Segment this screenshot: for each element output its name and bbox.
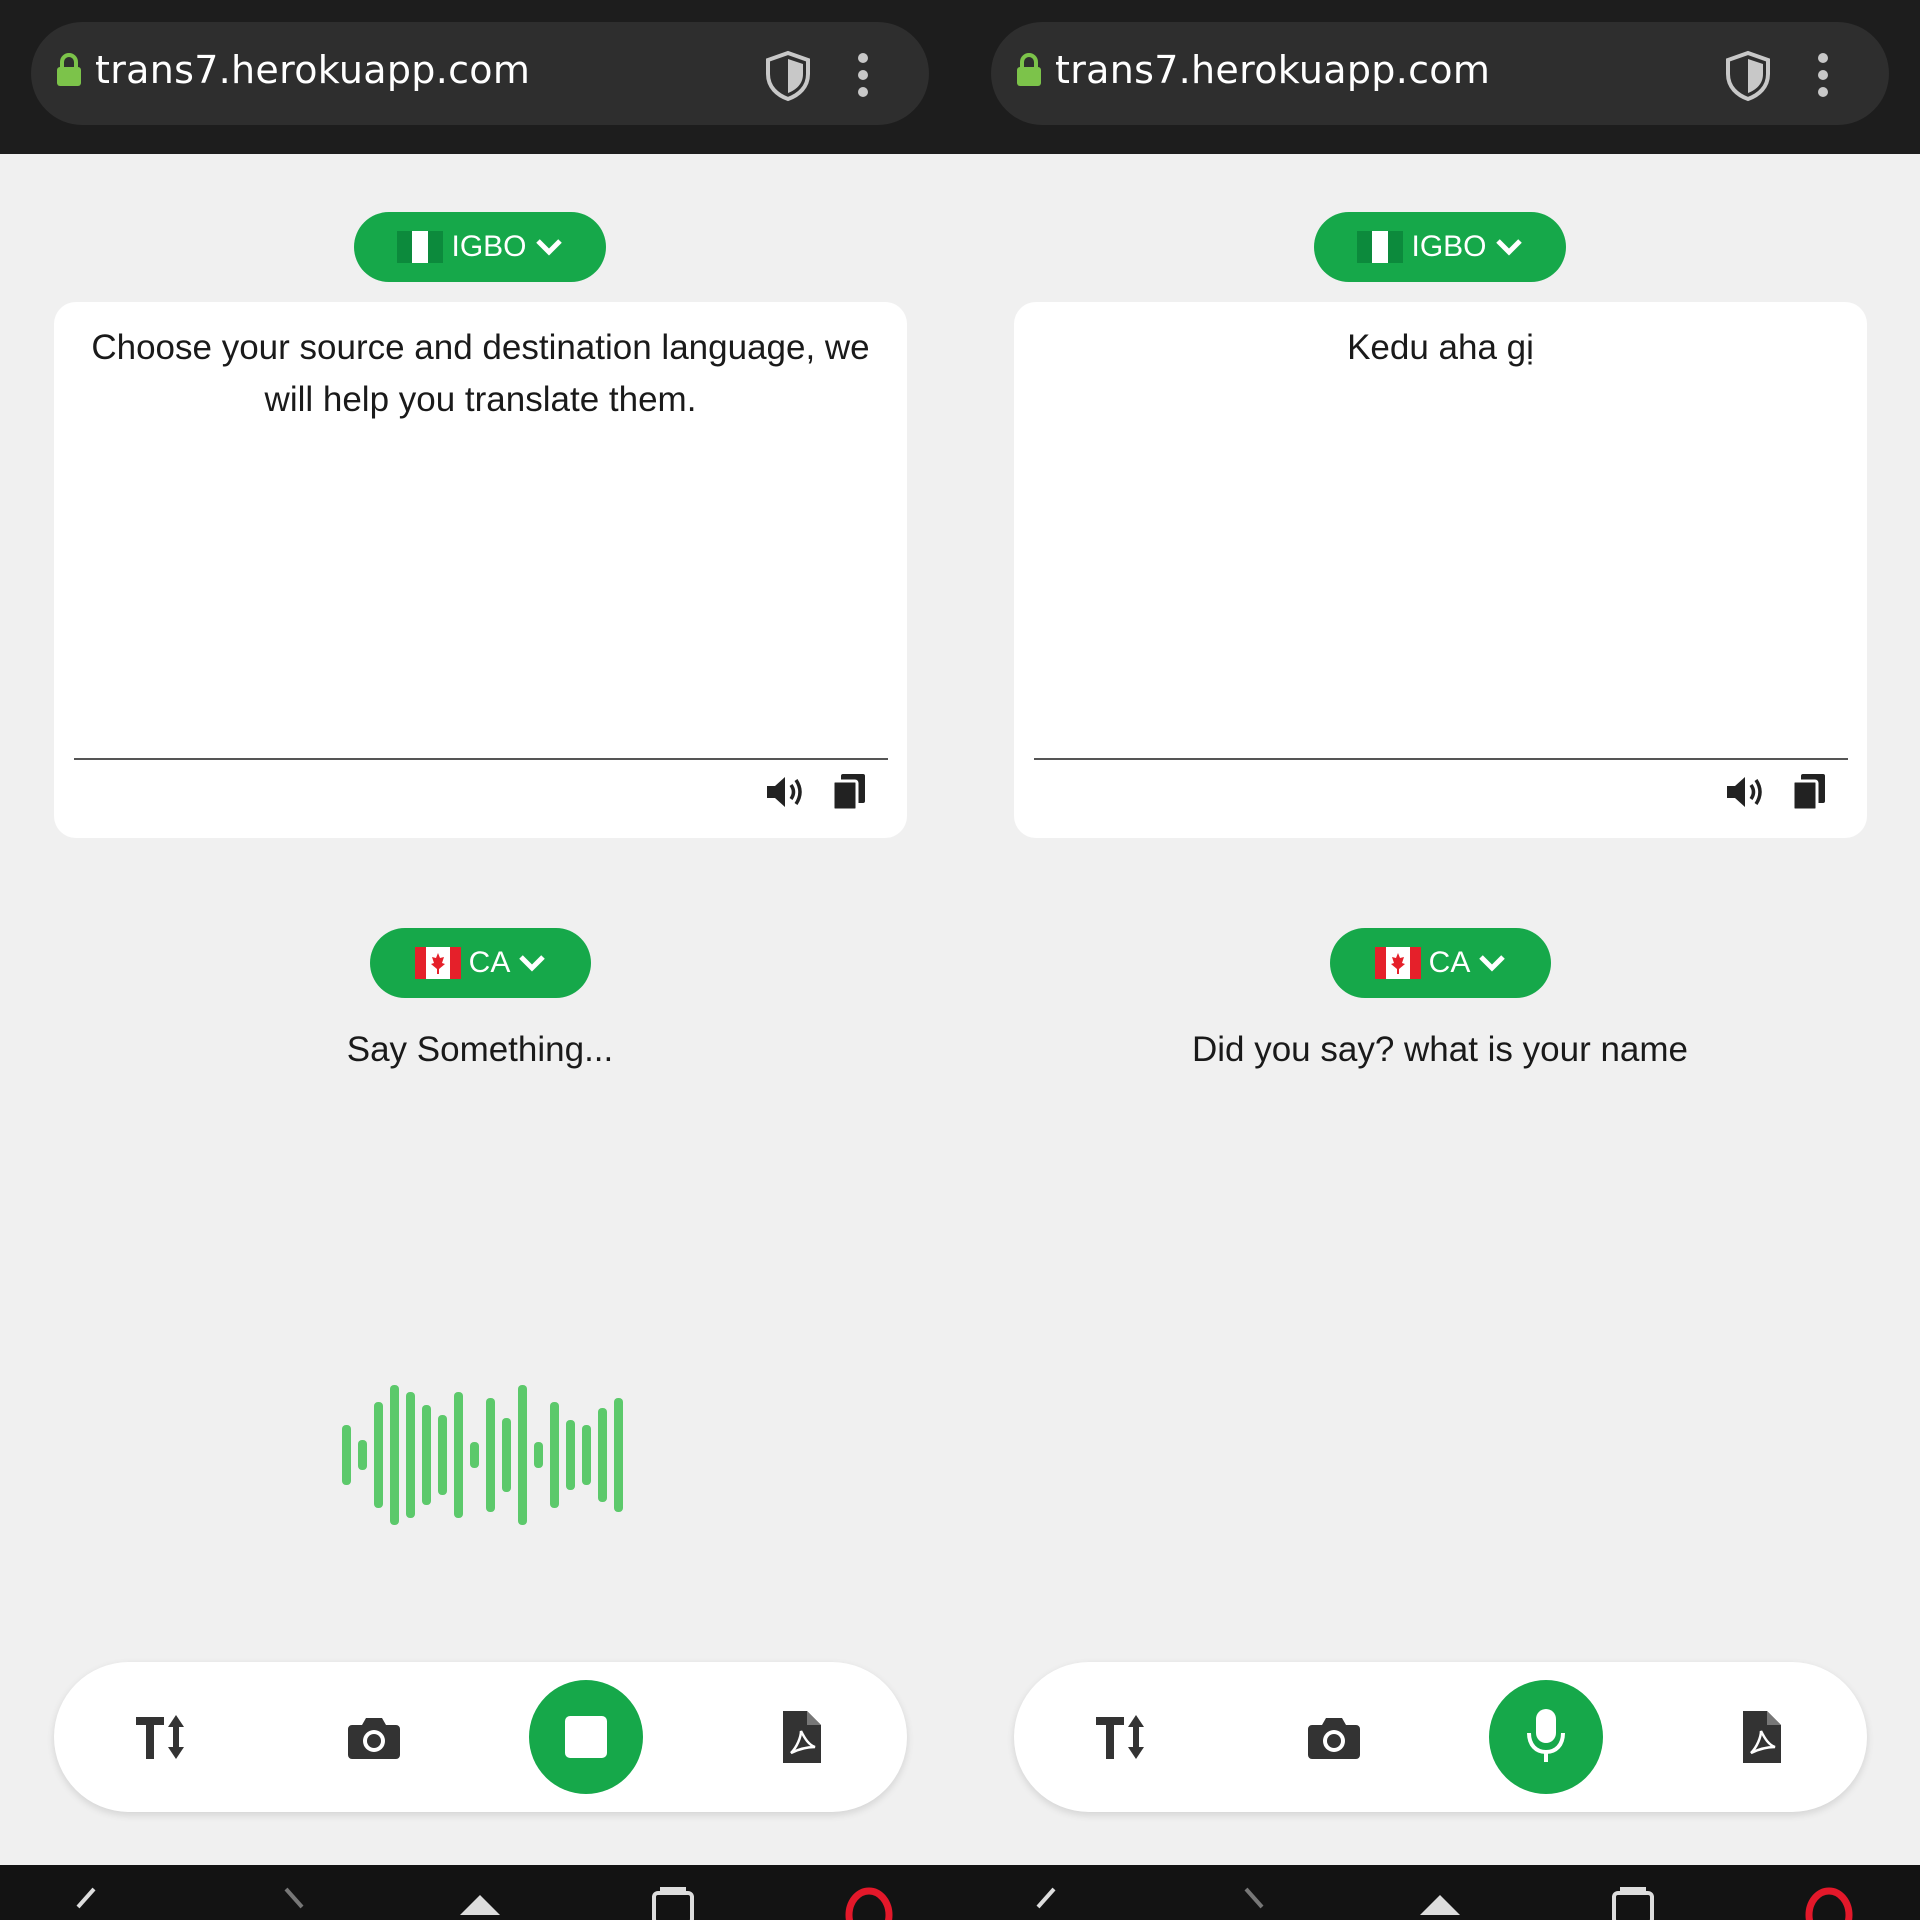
- translation-output-card: Kedu aha gị: [1014, 302, 1867, 838]
- tabs-icon[interactable]: [650, 1887, 696, 1920]
- address-bar[interactable]: trans7.herokuapp.com: [991, 22, 1889, 125]
- translation-output-text: Choose your source and destination langu…: [91, 328, 870, 419]
- nigeria-flag-icon: [397, 231, 444, 263]
- forward-icon[interactable]: [1240, 1887, 1270, 1920]
- shield-icon[interactable]: [1724, 50, 1772, 102]
- opera-menu-icon[interactable]: [845, 1887, 893, 1920]
- system-navigation-bar: [960, 1865, 1920, 1920]
- text-size-icon[interactable]: [132, 1707, 192, 1767]
- camera-icon[interactable]: [344, 1707, 404, 1767]
- opera-menu-icon[interactable]: [1805, 1887, 1853, 1920]
- translation-output-card: Choose your source and destination langu…: [54, 302, 907, 838]
- text-size-icon[interactable]: [1092, 1707, 1152, 1767]
- canada-flag-icon: [1374, 947, 1421, 979]
- action-toolbar: [54, 1662, 907, 1812]
- speech-prompt: Say Something...: [346, 1030, 614, 1069]
- address-bar[interactable]: trans7.herokuapp.com: [31, 22, 929, 125]
- microphone-icon: [1527, 1709, 1565, 1762]
- forward-icon[interactable]: [280, 1887, 310, 1920]
- back-icon[interactable]: [70, 1887, 100, 1920]
- lock-icon: [57, 53, 81, 86]
- chevron-down-icon: [519, 955, 546, 972]
- browser-toolbar: trans7.herokuapp.com: [960, 0, 1920, 154]
- speaker-icon[interactable]: [1725, 772, 1769, 812]
- back-icon[interactable]: [1030, 1887, 1060, 1920]
- target-language-label: CA: [468, 946, 511, 979]
- source-language-dropdown[interactable]: IGBO: [354, 212, 606, 282]
- home-icon[interactable]: [455, 1887, 505, 1920]
- stop-icon: [565, 1716, 607, 1758]
- url-text: trans7.herokuapp.com: [95, 48, 531, 92]
- canada-flag-icon: [414, 947, 461, 979]
- stop-recording-button[interactable]: [529, 1680, 643, 1794]
- shield-icon[interactable]: [764, 50, 812, 102]
- microphone-button[interactable]: [1489, 1680, 1603, 1794]
- speaker-icon[interactable]: [765, 772, 809, 812]
- url-text: trans7.herokuapp.com: [1055, 48, 1491, 92]
- target-language-dropdown[interactable]: CA: [370, 928, 591, 998]
- target-language-dropdown[interactable]: CA: [1330, 928, 1551, 998]
- left-screen: trans7.herokuapp.com IGBO Choose your so…: [0, 0, 960, 1920]
- copy-icon[interactable]: [831, 772, 867, 812]
- audio-waveform: [342, 1385, 623, 1525]
- more-menu-icon[interactable]: [1813, 52, 1833, 98]
- source-language-label: IGBO: [451, 230, 527, 263]
- lock-icon: [1017, 53, 1041, 86]
- pdf-icon[interactable]: [771, 1707, 831, 1767]
- chevron-down-icon: [1495, 239, 1522, 256]
- chevron-down-icon: [1479, 955, 1506, 972]
- translation-output-text: Kedu aha gị: [1347, 328, 1534, 367]
- tabs-icon[interactable]: [1610, 1887, 1656, 1920]
- nigeria-flag-icon: [1357, 231, 1404, 263]
- system-navigation-bar: [0, 1865, 960, 1920]
- source-language-dropdown[interactable]: IGBO: [1314, 212, 1566, 282]
- browser-toolbar: trans7.herokuapp.com: [0, 0, 960, 154]
- home-icon[interactable]: [1415, 1887, 1465, 1920]
- copy-icon[interactable]: [1791, 772, 1827, 812]
- target-language-label: CA: [1428, 946, 1471, 979]
- card-divider: [1034, 758, 1848, 760]
- more-menu-icon[interactable]: [853, 52, 873, 98]
- camera-icon[interactable]: [1304, 1707, 1364, 1767]
- action-toolbar: [1014, 1662, 1867, 1812]
- source-language-label: IGBO: [1411, 230, 1487, 263]
- speech-recognition-result: Did you say? what is your name: [1191, 1030, 1689, 1069]
- chevron-down-icon: [535, 239, 562, 256]
- right-screen: trans7.herokuapp.com IGBO Kedu aha gị CA…: [960, 0, 1920, 1920]
- card-divider: [74, 758, 888, 760]
- pdf-icon[interactable]: [1731, 1707, 1791, 1767]
